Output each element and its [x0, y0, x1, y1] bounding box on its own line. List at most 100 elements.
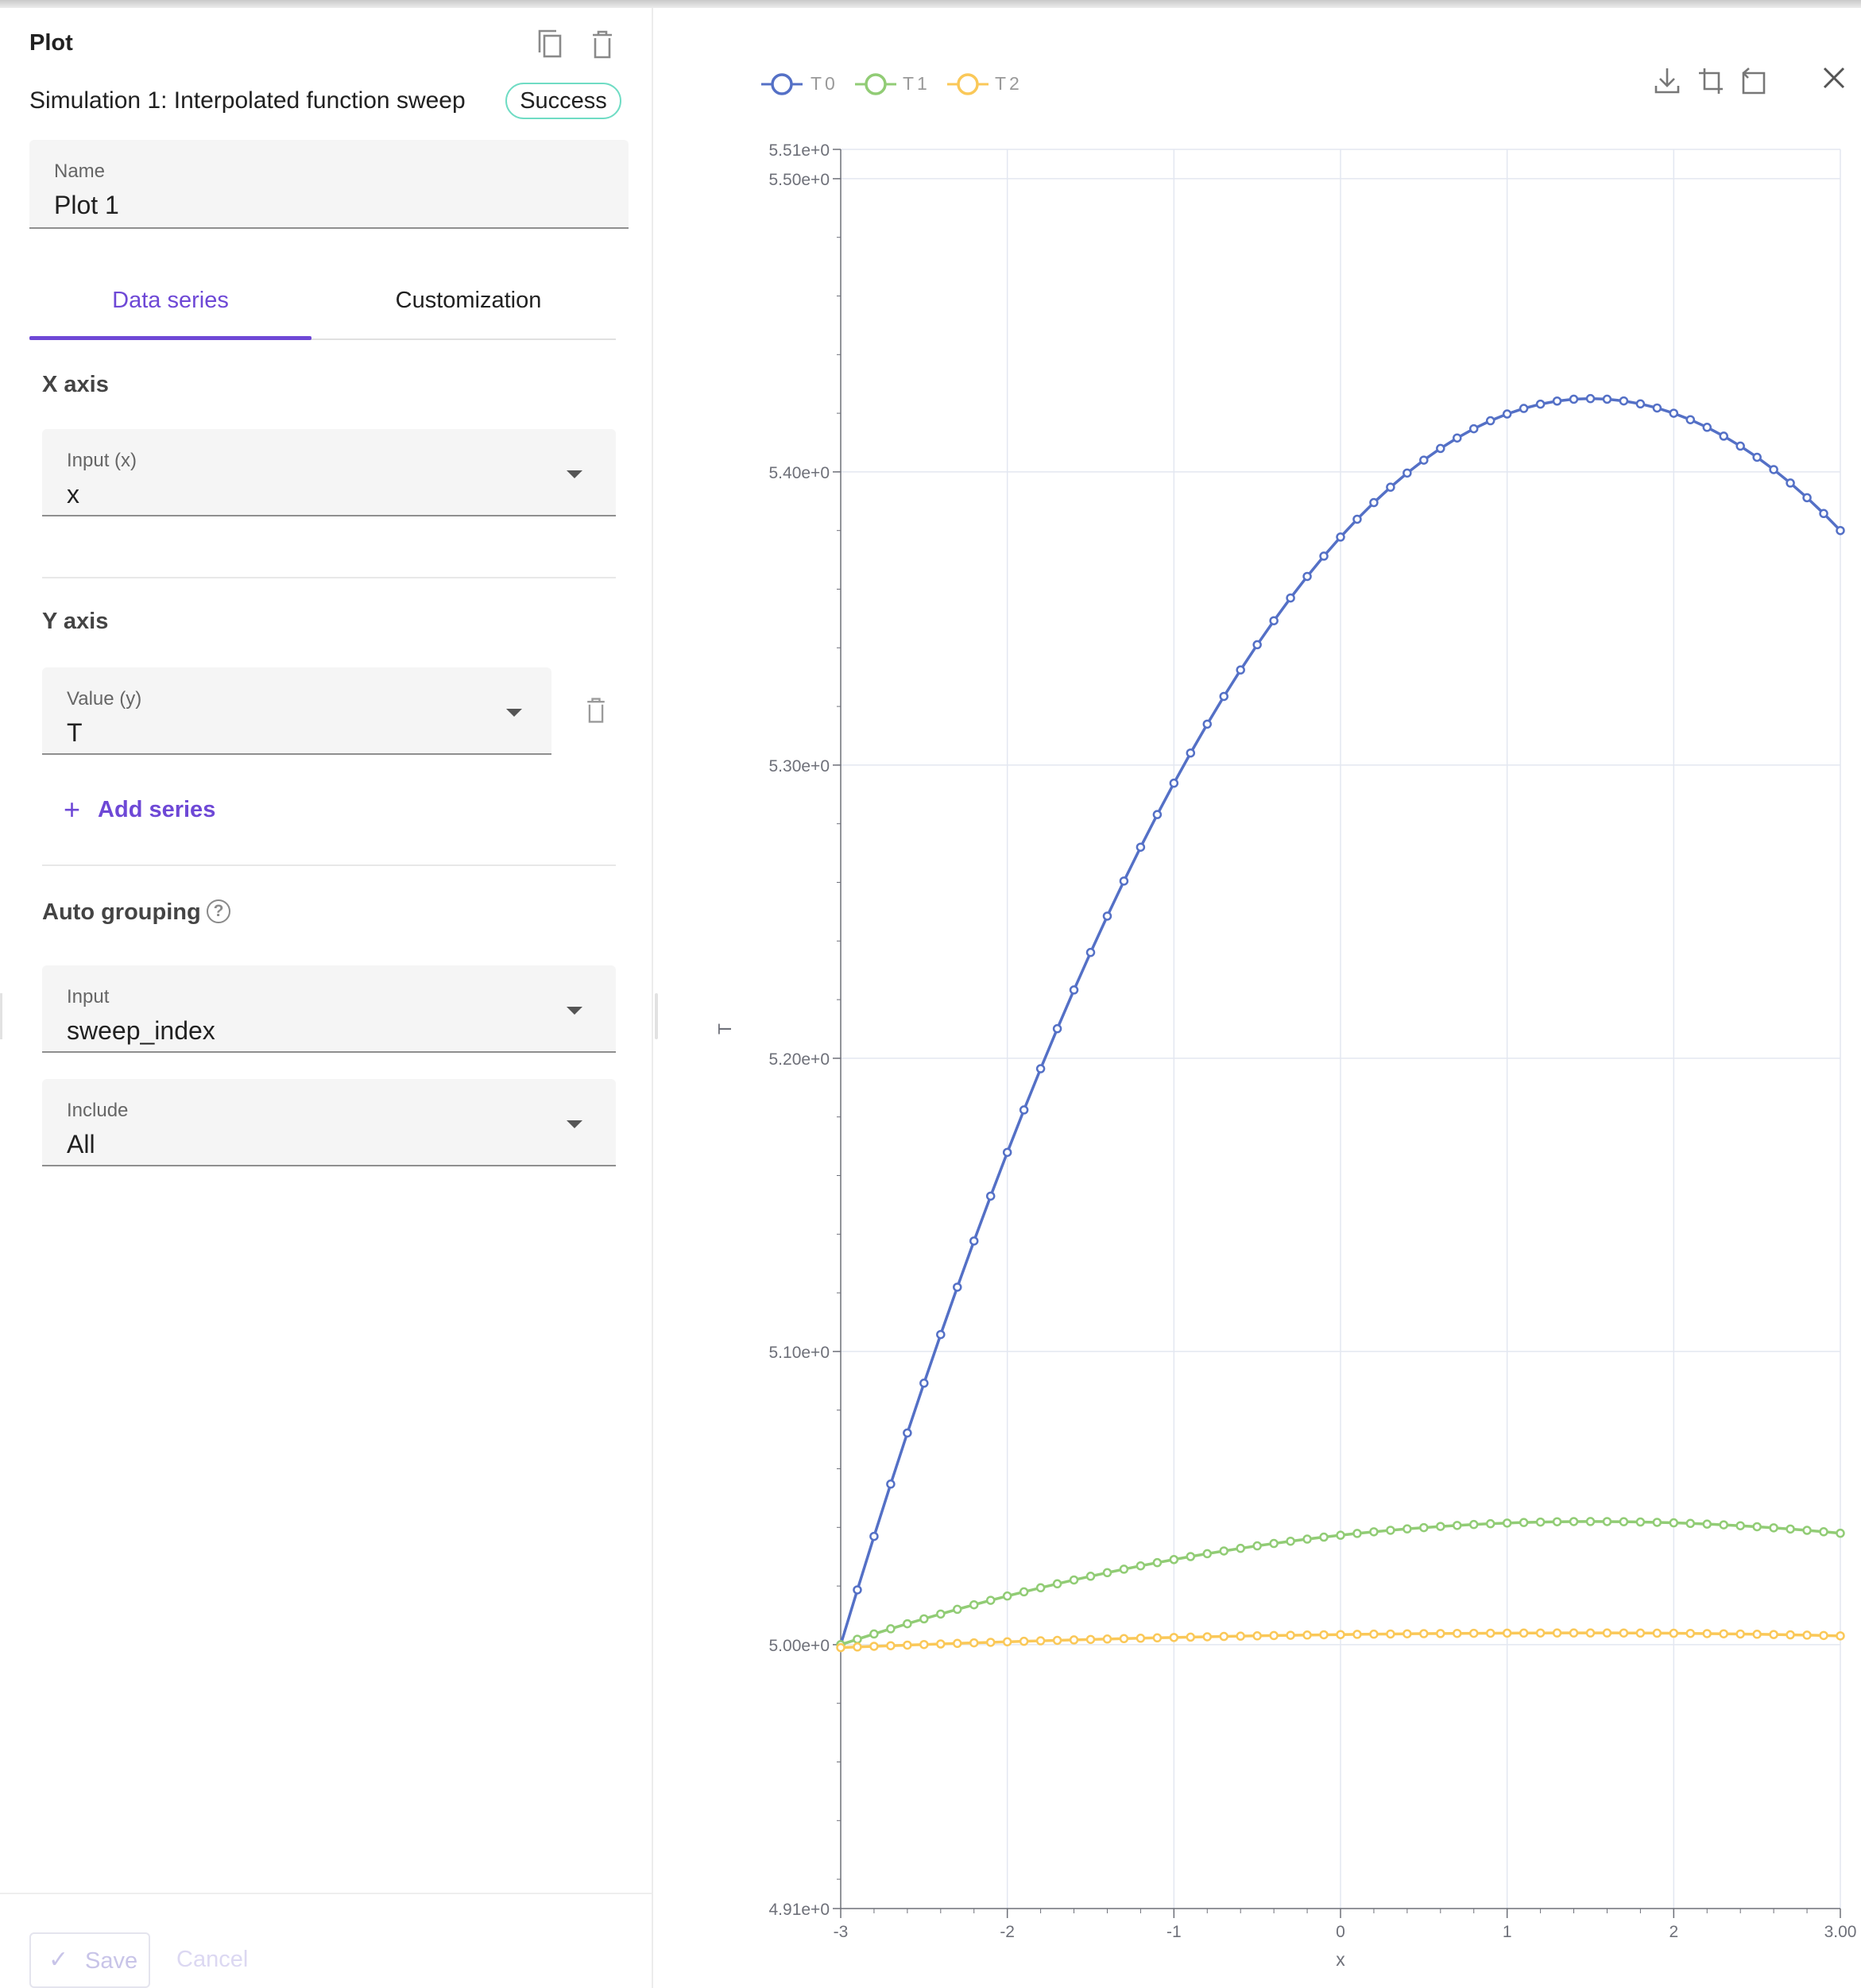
- data-point-t2: [1102, 1634, 1112, 1644]
- chevron-down-icon[interactable]: [567, 470, 582, 478]
- chevron-down-icon[interactable]: [506, 709, 522, 717]
- simulation-name: Simulation 1: Interpolated function swee…: [29, 87, 466, 114]
- data-point-t2: [1352, 1630, 1362, 1639]
- data-point-t0: [1119, 876, 1129, 886]
- y-tick-label: 5.51e+0: [769, 141, 830, 160]
- include-select[interactable]: Include All: [42, 1079, 616, 1166]
- data-point-t1: [903, 1619, 912, 1629]
- cancel-button[interactable]: Cancel: [176, 1947, 248, 1973]
- y-tick-label: 5.20e+0: [769, 1050, 830, 1069]
- y-tick-label: 5.30e+0: [769, 757, 830, 775]
- data-point-t2: [919, 1639, 929, 1650]
- data-point-t1: [1453, 1521, 1462, 1530]
- delete-icon[interactable]: [586, 27, 618, 62]
- data-point-t1: [1836, 1528, 1845, 1538]
- data-point-t2: [1786, 1630, 1795, 1640]
- data-point-t2: [1602, 1628, 1612, 1638]
- grouping-input-label: Input: [67, 986, 110, 1008]
- data-point-t2: [1252, 1631, 1262, 1641]
- data-point-t1: [1136, 1561, 1146, 1571]
- data-point-t2: [1152, 1633, 1163, 1643]
- footer-divider: [0, 1893, 652, 1894]
- data-point-t1: [1052, 1579, 1062, 1589]
- status-badge: Success: [505, 83, 621, 119]
- data-point-t0: [1302, 571, 1312, 582]
- duplicate-icon[interactable]: [534, 27, 566, 62]
- data-point-t0: [1152, 810, 1163, 819]
- data-point-t1: [869, 1629, 879, 1639]
- data-point-t0: [1635, 399, 1646, 409]
- data-point-t0: [1652, 403, 1662, 413]
- line-chart[interactable]: -3 -2 -1 0 1 2 3.00 4.91e+0 5.00e+0 5.10e+0 5.20e+…: [660, 127, 1861, 1988]
- data-point-t2: [1619, 1628, 1629, 1638]
- data-point-t0: [969, 1236, 979, 1246]
- data-point-t2: [886, 1641, 896, 1650]
- data-point-t2: [1336, 1630, 1345, 1639]
- data-point-t1: [1635, 1517, 1646, 1527]
- data-point-t1: [985, 1595, 996, 1605]
- data-point-t2: [1069, 1635, 1079, 1645]
- data-point-t0: [1386, 482, 1395, 492]
- data-point-t0: [1286, 593, 1295, 603]
- x-tick-label: -2: [1000, 1923, 1015, 1941]
- data-point-t1: [1186, 1552, 1196, 1561]
- x-axis-select[interactable]: Input (x) x: [42, 429, 616, 516]
- data-point-t2: [1403, 1629, 1412, 1638]
- grouping-input-select[interactable]: Input sweep_index: [42, 965, 616, 1053]
- resize-handle[interactable]: [655, 993, 658, 1039]
- name-field-value[interactable]: Plot 1: [54, 191, 119, 220]
- legend-marker-t0[interactable]: [760, 70, 804, 99]
- data-point-t2: [1085, 1634, 1096, 1645]
- data-point-t2: [1119, 1634, 1129, 1644]
- data-point-t1: [1069, 1575, 1079, 1585]
- legend-label-t2[interactable]: T2: [995, 73, 1023, 95]
- save-button[interactable]: ✓ Save: [29, 1932, 150, 1988]
- data-point-t0: [1019, 1105, 1029, 1115]
- data-point-t1: [1419, 1522, 1429, 1533]
- y-axis-select-label: Value (y): [67, 688, 142, 710]
- legend-marker-t2[interactable]: [946, 70, 990, 99]
- data-point-t0: [985, 1191, 996, 1201]
- left-resize-handle[interactable]: [0, 993, 2, 1039]
- y-axis-select[interactable]: Value (y) T: [42, 667, 551, 755]
- data-point-t1: [1769, 1523, 1778, 1533]
- chevron-down-icon[interactable]: [567, 1120, 582, 1128]
- chevron-down-icon[interactable]: [567, 1007, 582, 1015]
- data-point-t2: [1819, 1630, 1828, 1641]
- tab-customization[interactable]: Customization: [311, 288, 625, 314]
- data-point-t2: [969, 1638, 979, 1648]
- data-point-t0: [1769, 465, 1778, 474]
- data-point-t1: [1202, 1549, 1213, 1559]
- data-point-t0: [1202, 719, 1213, 729]
- add-series-button[interactable]: + Add series: [64, 793, 215, 826]
- data-point-t0: [1369, 497, 1379, 508]
- help-icon[interactable]: ?: [207, 899, 230, 923]
- close-icon[interactable]: [1821, 65, 1847, 91]
- data-point-t2: [1002, 1637, 1012, 1647]
- x-tick-label: 1: [1503, 1923, 1512, 1941]
- tab-data-series[interactable]: Data series: [29, 288, 311, 314]
- active-tab-indicator: [29, 336, 311, 340]
- data-point-t1: [1169, 1555, 1179, 1564]
- legend-marker-t1[interactable]: [853, 70, 898, 99]
- crop-icon[interactable]: [1697, 65, 1726, 97]
- plus-icon: +: [64, 793, 81, 826]
- data-point-t1: [1286, 1536, 1295, 1546]
- data-point-t0: [1719, 431, 1728, 441]
- data-point-t0: [1752, 452, 1762, 462]
- include-value: All: [67, 1130, 95, 1158]
- restore-icon[interactable]: [1740, 65, 1769, 97]
- download-icon[interactable]: [1653, 65, 1681, 97]
- data-point-t1: [936, 1609, 946, 1619]
- remove-series-icon[interactable]: [582, 694, 610, 726]
- data-point-t2: [1836, 1631, 1845, 1641]
- data-point-t1: [1403, 1524, 1412, 1534]
- legend-label-t1[interactable]: T1: [903, 73, 930, 95]
- name-field-label: Name: [54, 161, 106, 182]
- legend-label-t0[interactable]: T0: [811, 73, 838, 95]
- data-point-t0: [1802, 493, 1812, 503]
- name-field[interactable]: Name Plot 1: [29, 140, 629, 229]
- data-point-t1: [1485, 1518, 1495, 1529]
- data-point-t2: [1219, 1631, 1228, 1642]
- auto-grouping-heading: Auto grouping: [42, 899, 201, 925]
